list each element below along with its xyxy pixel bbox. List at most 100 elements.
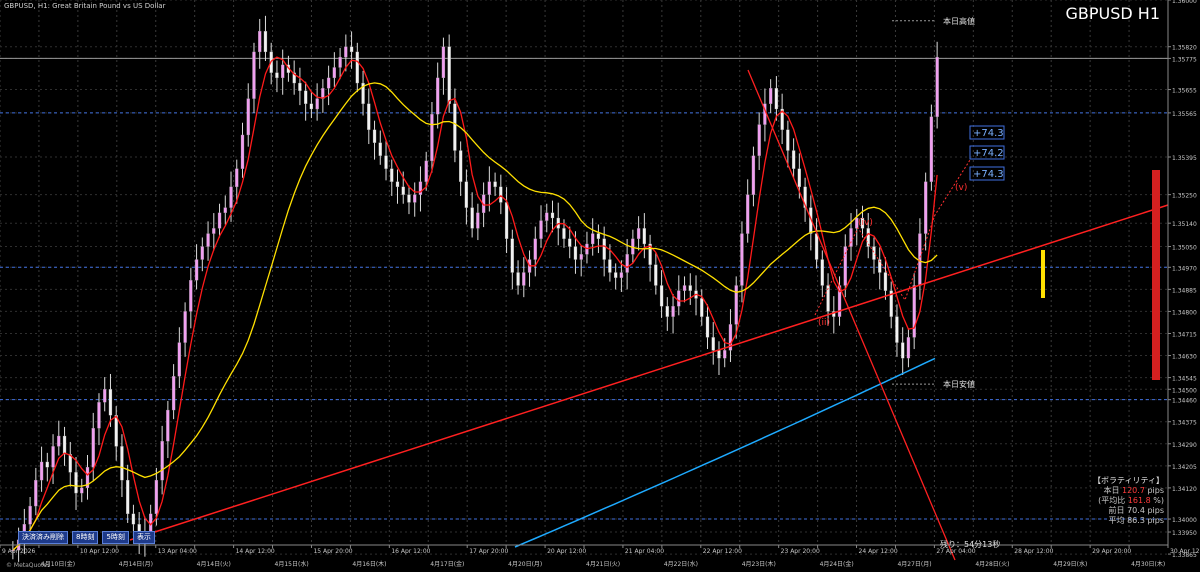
candle-down [108,389,113,416]
candle-up [166,409,170,442]
candle-up [326,77,331,89]
candle-up [103,389,107,403]
trade-buttons: 決済済み削除 8時刻 5時刻 表示 [18,531,155,544]
time-tick-label: 30 Apr 12:00 [1170,548,1200,555]
candle-down [45,461,49,468]
volatility-panel: 【ボラティリティ】 本日 120.7 pips (平均比 161.8 %) 前日… [1093,476,1164,526]
candle-down [453,103,457,151]
time-tick-label: 21 Apr 04:00 [625,548,664,555]
candle-up [677,290,681,307]
candle-down [378,142,382,156]
candle-up [413,194,417,203]
candle-up [625,254,629,273]
price-tick-label: 1.35655 [1172,88,1197,95]
time-tick-label: 4月14日(月) [119,561,153,568]
candle-up [80,487,84,494]
candle-down [372,129,377,143]
day-high-label: 本日高値 [943,16,975,26]
candle-up [28,505,32,525]
candle-down [774,88,779,110]
time-tick-label: 15 Apr 20:00 [313,548,352,555]
candle-down [349,46,354,53]
candle-down [665,306,669,317]
time-tick-label: 17 Apr 20:00 [469,548,508,555]
price-tick-label: 1.35395 [1172,155,1197,162]
time-tick-label: 4月16日(木) [352,560,386,568]
candle-up [619,272,624,278]
five-time-button[interactable]: 5時刻 [102,531,129,544]
candle-down [309,103,314,110]
candle-up [487,181,492,195]
wave-label: (iv) [858,218,873,228]
candle-up [338,56,342,68]
eight-time-button[interactable]: 8時刻 [72,531,99,544]
candle-down [573,246,578,260]
candle-up [200,246,204,260]
volatility-today-row: 本日 120.7 pips [1103,486,1164,495]
candle-down [516,272,520,286]
chart-title: GBPUSD H1 [1065,4,1160,23]
candle-down [688,285,692,291]
price-tick-label: 1.33950 [1172,530,1197,537]
time-tick-label: 4月23日(木) [742,560,776,568]
price-tick-label: 1.34500 [1172,387,1197,394]
candle-down [602,238,606,260]
show-button[interactable]: 表示 [132,531,155,544]
candle-down [298,82,302,91]
candle-up [436,77,440,115]
time-tick-label: 20 Apr 12:00 [547,548,586,555]
delete-closed-button[interactable]: 決済済み削除 [18,531,68,544]
candle-down [458,150,463,182]
candle-down [470,207,474,229]
candle-down [711,337,715,351]
time-tick-label: 4月24日(金) [820,560,854,568]
candle-up [258,30,262,53]
candle-up [183,311,187,343]
candle-down [275,72,279,79]
candle-down [62,435,67,455]
price-tick-label: 1.34120 [1172,486,1197,493]
candle-up [418,181,423,195]
candle-up [682,285,687,291]
candle-down [74,472,78,494]
candle-up [591,233,595,245]
time-tick-label: 4月15日(水) [275,560,309,568]
candle-down [493,181,497,188]
candle-down [901,342,905,359]
candle-down [550,212,555,219]
candle-up [246,98,250,136]
time-tick-label: 23 Apr 20:00 [781,548,820,555]
candle-up [740,233,744,286]
candle-up [229,186,233,208]
candle-up [923,181,928,234]
price-tick-label: 1.36000 [1172,0,1197,5]
candle-down [407,194,411,203]
candle-up [281,64,285,79]
candle-down [562,228,566,239]
ma-mid-line [12,82,938,551]
time-tick-label: 28 Apr 12:00 [1014,548,1053,555]
candle-down [395,181,400,188]
candle-down [791,150,796,169]
candle-up [206,233,210,247]
candle-down [866,228,870,247]
candle-down [700,298,704,317]
candle-down [642,228,647,245]
candle-up [51,446,55,468]
candle-up [757,124,761,156]
price-tick-label: 1.35140 [1172,221,1197,228]
symbol-description: GBPUSD, H1: Great Britain Pound vs US Do… [4,2,166,10]
candle-down [464,181,469,208]
candle-down [895,316,899,343]
time-tick-label: 4月20日(月) [508,561,542,568]
volatility-title: 【ボラティリティ】 [1092,476,1164,485]
candle-down [263,30,268,53]
time-tick-label: 14 Apr 12:00 [236,548,275,555]
price-tick-label: 1.35250 [1172,193,1197,200]
candle-up [315,98,319,110]
price-chart[interactable]: 本日高値本日安値 (ii) (iv) (v) +74.3 +74.2 +74.3 1.3600… [0,0,1200,572]
candle-down [820,259,824,286]
candle-down [131,513,136,525]
candle-up [212,228,216,234]
candle-down [510,238,514,273]
